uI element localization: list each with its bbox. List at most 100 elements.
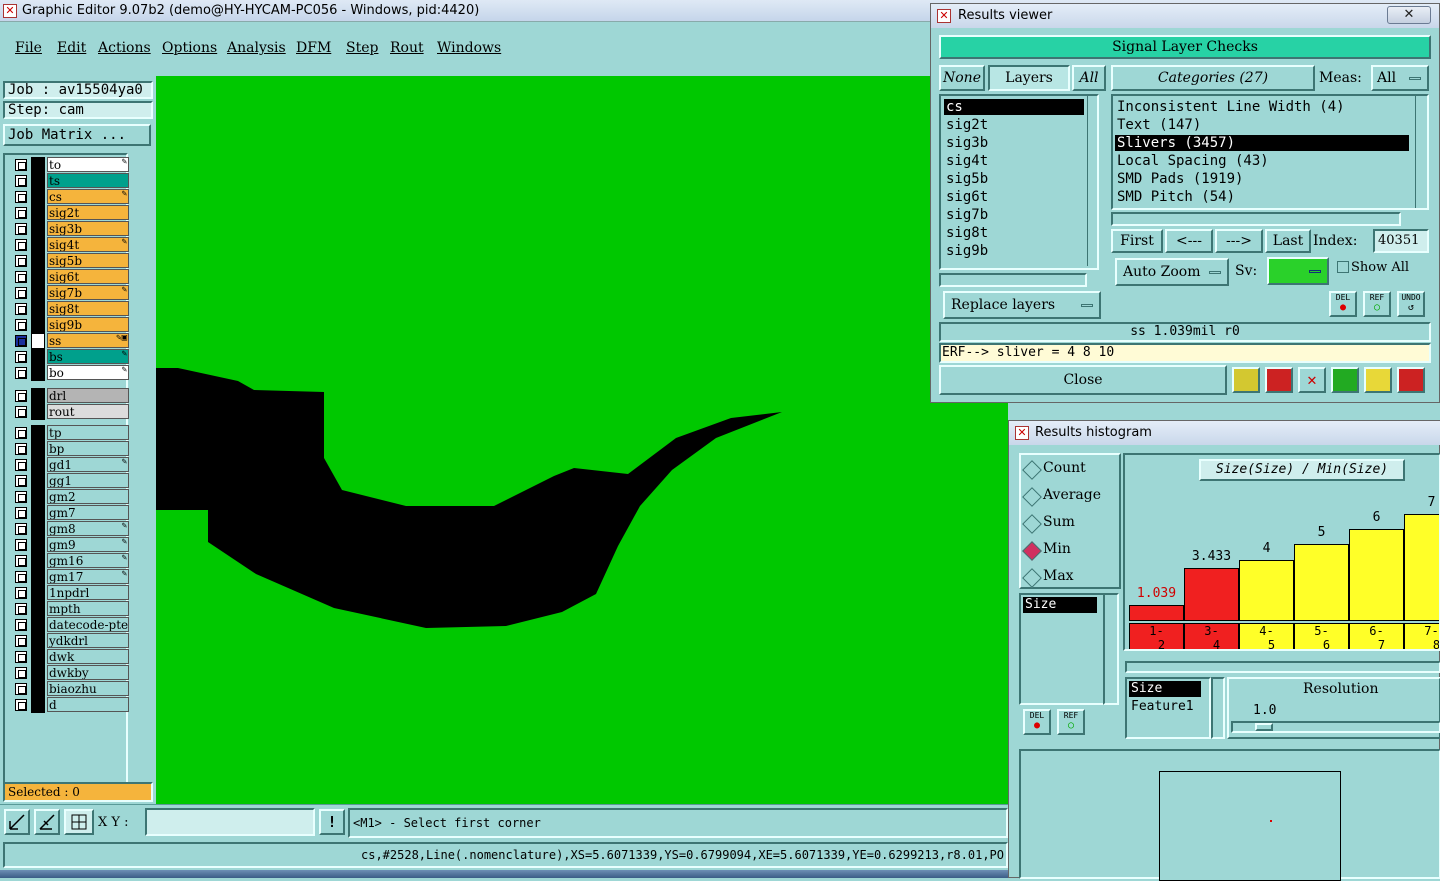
- layer-name[interactable]: ydkdrl: [47, 633, 129, 648]
- x-attribute-scrollbar[interactable]: [1211, 677, 1225, 739]
- job-matrix-button[interactable]: Job Matrix ...: [3, 124, 151, 146]
- layer-row[interactable]: biaozhu: [13, 681, 129, 697]
- layer-checkbox[interactable]: [15, 491, 27, 503]
- layer-row[interactable]: datecode-pte: [13, 617, 129, 633]
- layer-checkbox[interactable]: [15, 683, 27, 695]
- result-layer-item[interactable]: sig2t: [944, 117, 1084, 133]
- layer-name[interactable]: dwk: [47, 649, 129, 664]
- sv-color-dropdown[interactable]: [1267, 257, 1329, 285]
- layer-checkbox[interactable]: [15, 667, 27, 679]
- layer-name[interactable]: gm2: [47, 489, 129, 504]
- categories-button[interactable]: Categories (27): [1111, 65, 1315, 91]
- layer-row[interactable]: gm2: [13, 489, 129, 505]
- menu-options[interactable]: Options: [162, 40, 217, 56]
- menu-file[interactable]: File: [15, 40, 42, 56]
- layer-checkbox[interactable]: [15, 571, 27, 583]
- hist-ref-button[interactable]: REF ○: [1057, 709, 1085, 735]
- layer-row[interactable]: gm8 ✎: [13, 521, 129, 537]
- layer-checkbox[interactable]: [15, 303, 27, 315]
- layer-checkbox[interactable]: [15, 239, 27, 251]
- layer-name[interactable]: sig4t: [47, 237, 129, 252]
- tab-none[interactable]: None: [939, 65, 985, 91]
- layer-row[interactable]: rout: [13, 404, 129, 420]
- layer-name[interactable]: drl: [47, 388, 129, 403]
- category-item[interactable]: Inconsistent Line Width (4): [1115, 99, 1409, 115]
- menu-windows[interactable]: Windows: [437, 40, 501, 56]
- layer-row[interactable]: bp: [13, 441, 129, 457]
- layer-name[interactable]: datecode-pte: [47, 617, 129, 632]
- layer-checkbox[interactable]: [15, 507, 27, 519]
- layer-checkbox[interactable]: [15, 475, 27, 487]
- layer-row[interactable]: sig4t ✎: [13, 237, 129, 253]
- alert-icon[interactable]: !: [319, 809, 345, 835]
- undo-button[interactable]: UNDO ↺: [1397, 291, 1425, 317]
- radio-count[interactable]: [1022, 460, 1042, 480]
- layer-row[interactable]: ss ✎▣: [13, 333, 129, 349]
- menu-analysis[interactable]: Analysis: [227, 40, 286, 56]
- histogram-bar[interactable]: [1129, 605, 1184, 621]
- layer-row[interactable]: gm17 ✎: [13, 569, 129, 585]
- layer-checkbox[interactable]: [15, 223, 27, 235]
- layer-checkbox[interactable]: [15, 635, 27, 647]
- layer-name[interactable]: sig7b: [47, 285, 129, 300]
- layer-checkbox[interactable]: [15, 351, 27, 363]
- layer-name[interactable]: bp: [47, 441, 129, 456]
- ref-button[interactable]: REF ○: [1363, 291, 1391, 317]
- layer-checkbox[interactable]: [15, 207, 27, 219]
- histogram-icon[interactable]: [1397, 367, 1425, 393]
- layer-name[interactable]: gm17: [47, 569, 129, 584]
- layer-name[interactable]: cs: [47, 189, 129, 204]
- xy-input[interactable]: [145, 808, 315, 836]
- category-item[interactable]: SMD Pads (1919): [1115, 171, 1409, 187]
- result-layer-item[interactable]: sig5b: [944, 171, 1084, 187]
- histogram-bar[interactable]: [1239, 560, 1294, 621]
- result-layer-item[interactable]: sig6t: [944, 189, 1084, 205]
- del-button[interactable]: DEL ●: [1329, 291, 1357, 317]
- category-item[interactable]: Slivers (3457): [1115, 135, 1409, 151]
- histogram-bar[interactable]: [1294, 544, 1349, 621]
- tab-layers[interactable]: Layers: [988, 65, 1070, 91]
- histogram-bar[interactable]: [1184, 568, 1239, 621]
- layer-name[interactable]: sig3b: [47, 221, 129, 236]
- tab-all[interactable]: All: [1072, 65, 1106, 91]
- diag-tool-icon[interactable]: [4, 809, 30, 835]
- layer-row[interactable]: drl: [13, 388, 129, 404]
- delete-all-icon[interactable]: ✕: [1298, 367, 1326, 393]
- layer-checkbox[interactable]: [15, 587, 27, 599]
- layer-checkbox[interactable]: [15, 603, 27, 615]
- first-button[interactable]: First: [1111, 229, 1163, 253]
- layer-checkbox[interactable]: [15, 390, 27, 402]
- category-item[interactable]: Text (147): [1115, 117, 1409, 133]
- layer-row[interactable]: mpth: [13, 601, 129, 617]
- layer-name[interactable]: d: [47, 697, 129, 712]
- layer-row[interactable]: to ✎: [13, 157, 129, 173]
- layer-checkbox[interactable]: [15, 443, 27, 455]
- menu-rout[interactable]: Rout: [390, 40, 424, 56]
- layer-name[interactable]: mpth: [47, 601, 129, 616]
- layer-checkbox[interactable]: [15, 699, 27, 711]
- layer-name[interactable]: sig6t: [47, 269, 129, 284]
- result-layer-item[interactable]: cs: [944, 99, 1084, 115]
- layer-row[interactable]: tp: [13, 425, 129, 441]
- step-icon[interactable]: [1331, 367, 1359, 393]
- layer-checkbox[interactable]: [15, 523, 27, 535]
- layer-name[interactable]: gm8: [47, 521, 129, 536]
- result-layer-item[interactable]: sig9b: [944, 243, 1084, 259]
- layer-checkbox[interactable]: [15, 406, 27, 418]
- histogram-bar[interactable]: [1404, 514, 1439, 621]
- category-item[interactable]: SMD Pitch (54): [1115, 189, 1409, 205]
- auto-zoom-dropdown[interactable]: Auto Zoom: [1115, 258, 1229, 286]
- close-button[interactable]: Close: [939, 365, 1227, 395]
- radio-average[interactable]: [1022, 487, 1042, 507]
- menu-dfm[interactable]: DFM: [296, 40, 331, 56]
- grid-tool-icon[interactable]: [64, 809, 94, 835]
- layer-name[interactable]: tp: [47, 425, 129, 440]
- layer-checkbox[interactable]: [15, 255, 27, 267]
- layer-row[interactable]: sig2t: [13, 205, 129, 221]
- slider-thumb[interactable]: [1255, 723, 1273, 731]
- layer-name[interactable]: sig5b: [47, 253, 129, 268]
- menu-step[interactable]: Step: [346, 40, 378, 56]
- radio-min[interactable]: [1022, 541, 1042, 561]
- layer-name[interactable]: bo: [47, 365, 129, 380]
- layer-name[interactable]: gd1: [47, 457, 129, 472]
